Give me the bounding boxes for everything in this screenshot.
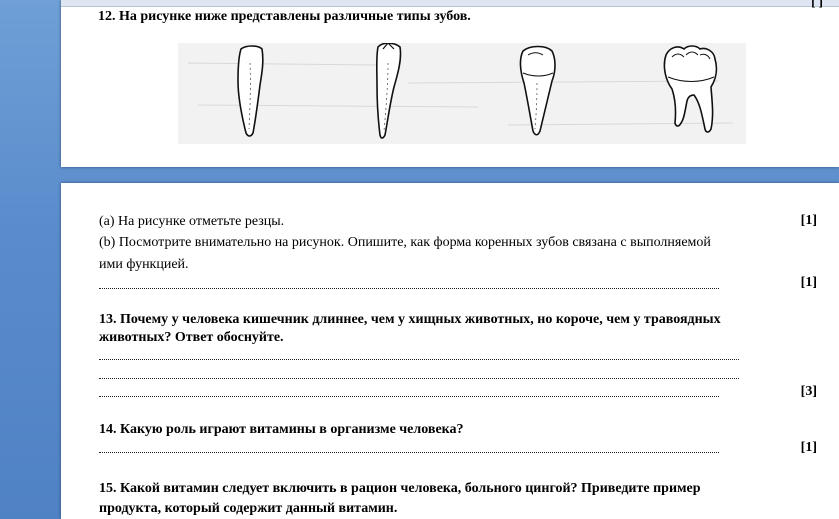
incisor-icon: [237, 45, 264, 137]
mark-label-top: [ ]: [811, 0, 823, 9]
question-14-mark: [1]: [800, 440, 817, 455]
premolar-icon: [519, 45, 556, 136]
answer-line-14[interactable]: [99, 452, 719, 453]
question-13-mark: [3]: [800, 384, 817, 399]
question-12b-mark: [1]: [800, 275, 817, 290]
teeth-figure: [178, 43, 746, 144]
question-12a: (a) На рисунке отметьте резцы.: [99, 214, 285, 229]
answer-line-13-1[interactable]: [99, 359, 739, 360]
question-12b-line-1: (b) Посмотрите внимательно на рисунок. О…: [99, 235, 711, 250]
question-15-line-1: 15. Какой витамин следует включить в рац…: [99, 481, 701, 496]
question-15-line-2: продукта, который содержит данный витами…: [99, 501, 398, 516]
question-12a-mark: [1]: [800, 213, 817, 228]
canine-icon: [375, 43, 402, 139]
document-page-2: (a) На рисунке отметьте резцы. [1] (b) П…: [61, 183, 839, 519]
page-top-edge: [61, 0, 839, 7]
answer-line-13-2[interactable]: [99, 378, 739, 379]
question-12b-line-2: ими функцией.: [99, 257, 189, 272]
question-12-heading: 12. На рисунке ниже представлены различн…: [98, 9, 471, 24]
answer-line-13-3[interactable]: [99, 396, 719, 397]
question-13-line-2: животных? Ответ обоснуйте.: [99, 330, 284, 345]
molar-icon: [663, 45, 718, 133]
question-13-line-1: 13. Почему у человека кишечник длиннее, …: [99, 312, 721, 327]
document-page-1: [ ] 12. На рисунке ниже представлены раз…: [61, 0, 839, 167]
answer-line-12b[interactable]: [99, 288, 719, 289]
question-14: 14. Какую роль играют витамины в организ…: [99, 422, 464, 437]
teeth-illustration: [187, 43, 734, 139]
